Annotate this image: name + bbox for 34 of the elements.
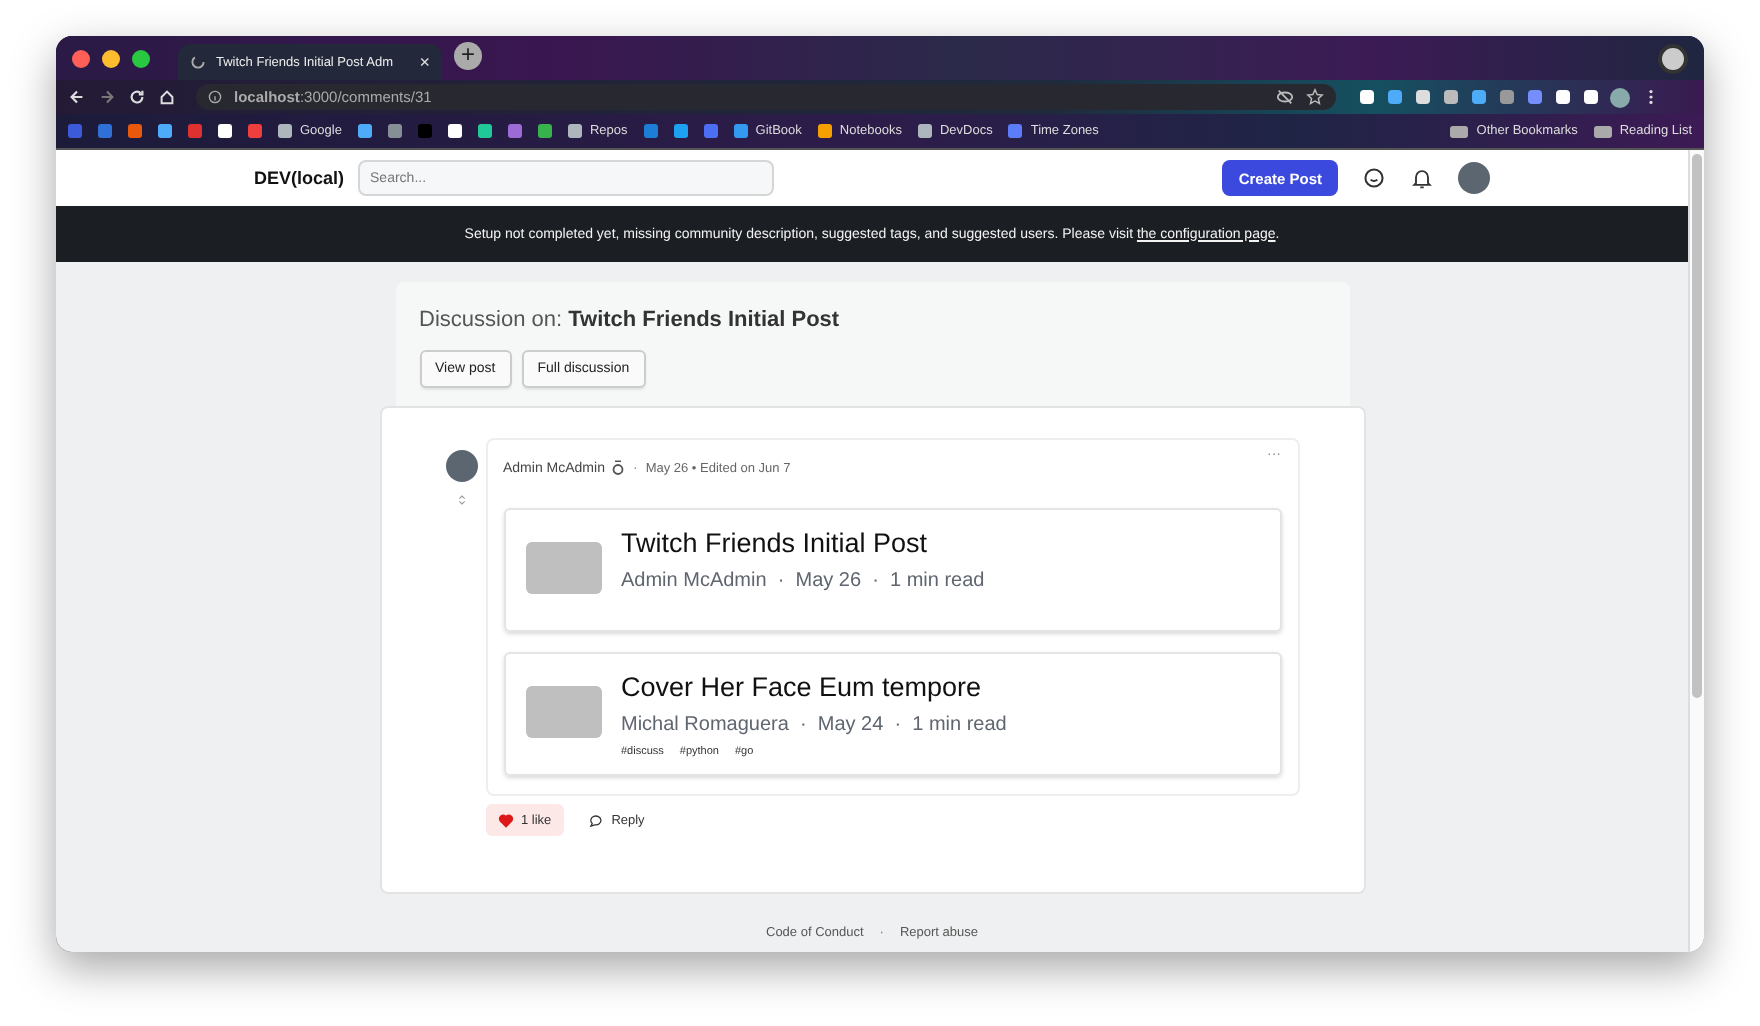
scrollbar[interactable] xyxy=(1688,150,1704,952)
back-icon[interactable] xyxy=(68,88,86,106)
embed-byline: Admin McAdmin · May 26 · 1 min read xyxy=(621,570,985,592)
medal-icon xyxy=(612,460,625,476)
commenter-avatar[interactable] xyxy=(445,450,477,482)
new-tab-button[interactable]: + xyxy=(454,42,482,70)
profile-icon[interactable] xyxy=(1658,43,1688,73)
collapse-icon[interactable] xyxy=(457,494,465,506)
chat-icon[interactable] xyxy=(1362,166,1386,190)
embed-title: Cover Her Face Eum tempore xyxy=(621,670,984,706)
embedded-post-card[interactable]: Twitch Friends Initial Post Admin McAdmin · May 26 · 1 min read xyxy=(503,508,1281,632)
heart-icon xyxy=(497,813,513,827)
image-placeholder xyxy=(525,686,601,738)
embed-title: Twitch Friends Initial Post xyxy=(621,526,930,562)
embed-byline: Michal Romaguera · May 24 · 1 min read xyxy=(621,714,1007,736)
tab-close-button[interactable]: × xyxy=(419,52,430,72)
reload-icon[interactable] xyxy=(128,88,146,106)
image-placeholder xyxy=(525,542,601,594)
discussion-title: Discussion on: Twitch Friends Initial Post xyxy=(419,308,842,332)
close-window-icon[interactable] xyxy=(72,49,90,67)
info-icon xyxy=(208,90,222,104)
zoom-window-icon[interactable] xyxy=(132,49,150,67)
site-logo[interactable]: DEV(local) xyxy=(254,168,345,188)
profile-avatar[interactable] xyxy=(1610,87,1630,107)
user-avatar[interactable] xyxy=(1458,162,1490,194)
extension-icons[interactable] xyxy=(1360,90,1598,104)
loading-icon xyxy=(190,54,206,70)
eye-slash-icon[interactable] xyxy=(1276,88,1294,106)
speech-bubble-icon xyxy=(587,813,604,827)
forward-icon[interactable] xyxy=(98,88,116,106)
star-icon[interactable] xyxy=(1306,88,1324,106)
home-icon[interactable] xyxy=(158,88,176,106)
bell-icon[interactable] xyxy=(1410,166,1434,190)
minimize-window-icon[interactable] xyxy=(102,49,120,67)
